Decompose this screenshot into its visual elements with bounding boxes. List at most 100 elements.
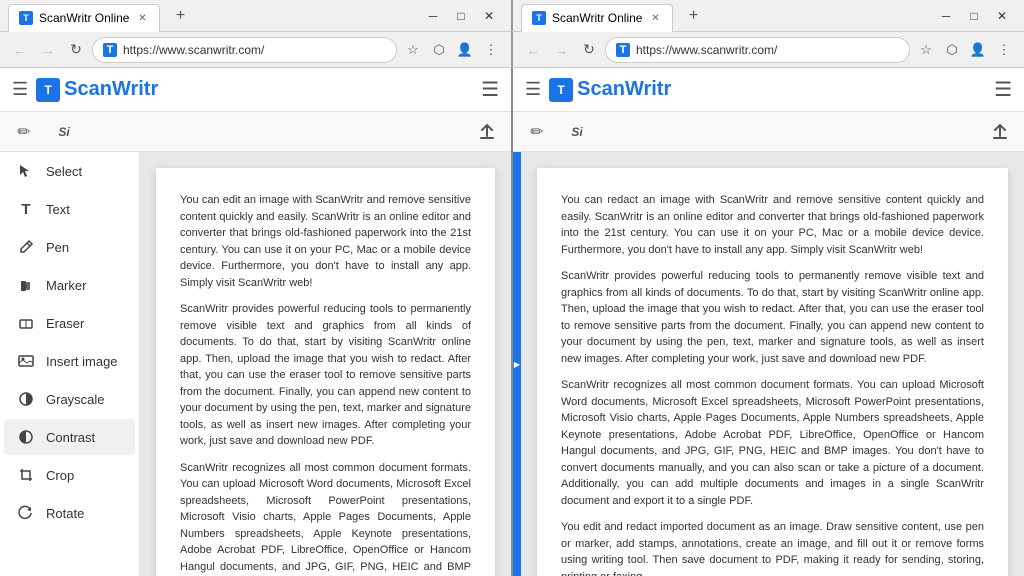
- right-doc-page: You can redact an image with ScanWritr a…: [537, 168, 1008, 576]
- left-doc-para-2: ScanWritr provides powerful reducing too…: [180, 301, 471, 450]
- right-doc-para-4: You edit and redact imported document as…: [561, 519, 984, 576]
- right-sidebar-collapsed-indicator[interactable]: ▶: [513, 152, 521, 576]
- left-crop-label: Crop: [46, 468, 74, 483]
- left-upload-icon: [477, 122, 497, 142]
- right-doc-area[interactable]: You can redact an image with ScanWritr a…: [521, 152, 1024, 576]
- right-sidebar-toggle[interactable]: ☰: [525, 79, 541, 100]
- left-tab-close[interactable]: ✕: [135, 11, 149, 25]
- left-grayscale-label: Grayscale: [46, 392, 105, 407]
- left-app-logo: T ScanWritr: [36, 78, 158, 102]
- left-eraser-icon: [16, 313, 36, 333]
- right-pen-tool-button[interactable]: ✏: [521, 116, 553, 148]
- left-marker-label: Marker: [46, 278, 86, 293]
- right-refresh-button[interactable]: ↻: [577, 38, 601, 62]
- left-insert-image-icon: [16, 351, 36, 371]
- left-doc-area[interactable]: You can edit an image with ScanWritr and…: [140, 152, 511, 576]
- left-refresh-button[interactable]: ↻: [64, 38, 88, 62]
- left-doc-para-1: You can edit an image with ScanWritr and…: [180, 192, 471, 291]
- left-marker-icon: [16, 275, 36, 295]
- left-content-area: Select T Text Pen: [0, 152, 511, 576]
- left-contrast-icon: [16, 427, 36, 447]
- left-contrast-label: Contrast: [46, 430, 95, 445]
- left-pen-label: Pen: [46, 240, 69, 255]
- left-toolbar: ✏ Si: [0, 112, 511, 152]
- right-logo-text: ScanWritr: [577, 78, 671, 101]
- left-select-icon: [16, 161, 36, 181]
- right-signature-tool-button[interactable]: Si: [561, 116, 593, 148]
- left-sidebar-item-insert-image[interactable]: Insert image: [4, 343, 135, 379]
- left-profile-button[interactable]: 👤: [453, 38, 477, 62]
- right-url-text: https://www.scanwritr.com/: [636, 43, 899, 57]
- right-address-bar[interactable]: T https://www.scanwritr.com/: [605, 37, 910, 63]
- left-sidebar-item-select[interactable]: Select: [4, 153, 135, 189]
- right-more-button[interactable]: ⋮: [992, 38, 1016, 62]
- left-eraser-label: Eraser: [46, 316, 84, 331]
- right-tab-favicon: T: [532, 11, 546, 25]
- right-tab-close[interactable]: ✕: [648, 11, 662, 25]
- right-forward-button[interactable]: →: [549, 38, 573, 62]
- left-bookmark-button[interactable]: ☆: [401, 38, 425, 62]
- left-pen-tool-button[interactable]: ✏: [8, 116, 40, 148]
- left-logo-icon: T: [36, 78, 60, 102]
- left-insert-image-label: Insert image: [46, 354, 118, 369]
- right-app-logo: T ScanWritr: [549, 78, 671, 102]
- left-maximize-button[interactable]: □: [447, 2, 475, 30]
- left-browser-tab[interactable]: T ScanWritr Online ✕: [8, 4, 160, 32]
- left-more-button[interactable]: ⋮: [479, 38, 503, 62]
- left-sidebar-item-text[interactable]: T Text: [4, 191, 135, 227]
- left-text-label: Text: [46, 202, 70, 217]
- left-sidebar-item-marker[interactable]: Marker: [4, 267, 135, 303]
- left-site-icon: T: [103, 43, 117, 57]
- left-minimize-button[interactable]: ─: [419, 2, 447, 30]
- right-doc-para-1: You can redact an image with ScanWritr a…: [561, 192, 984, 258]
- right-browser-tab[interactable]: T ScanWritr Online ✕: [521, 4, 673, 32]
- left-app-header: ☰ T ScanWritr ☰: [0, 68, 511, 112]
- right-logo-icon: T: [549, 78, 573, 102]
- left-sidebar-item-eraser[interactable]: Eraser: [4, 305, 135, 341]
- right-app-header: ☰ T ScanWritr ☰: [513, 68, 1024, 112]
- left-forward-button[interactable]: →: [36, 38, 60, 62]
- right-back-button[interactable]: ←: [521, 38, 545, 62]
- right-upload-button[interactable]: [984, 116, 1016, 148]
- left-rotate-icon: [16, 503, 36, 523]
- left-extension-button[interactable]: ⬡: [427, 38, 451, 62]
- right-browser-bar: ← → ↻ T https://www.scanwritr.com/ ☆ ⬡ 👤…: [511, 32, 1024, 68]
- left-text-icon: T: [16, 199, 36, 219]
- left-signature-tool-button[interactable]: Si: [48, 116, 80, 148]
- left-select-label: Select: [46, 164, 82, 179]
- left-sidebar-item-rotate[interactable]: Rotate: [4, 495, 135, 531]
- left-sidebar-item-contrast[interactable]: Contrast: [4, 419, 135, 455]
- left-url-text: https://www.scanwritr.com/: [123, 43, 386, 57]
- left-tab-title: ScanWritr Online: [39, 11, 129, 25]
- left-new-tab-button[interactable]: +: [168, 4, 192, 28]
- left-address-bar[interactable]: T https://www.scanwritr.com/: [92, 37, 397, 63]
- right-doc-para-2: ScanWritr provides powerful reducing too…: [561, 268, 984, 367]
- right-doc-para-3: ScanWritr recognizes all most common doc…: [561, 377, 984, 509]
- right-new-tab-button[interactable]: +: [681, 4, 705, 28]
- right-content-area: ▶ You can redact an image with ScanWritr…: [513, 152, 1024, 576]
- left-grayscale-icon: [16, 389, 36, 409]
- left-hamburger-menu[interactable]: ☰: [481, 77, 499, 102]
- left-pen-icon: [16, 237, 36, 257]
- left-rotate-label: Rotate: [46, 506, 84, 521]
- left-doc-page: You can edit an image with ScanWritr and…: [156, 168, 495, 576]
- left-sidebar-item-crop[interactable]: Crop: [4, 457, 135, 493]
- left-sidebar-toggle[interactable]: ☰: [12, 79, 28, 100]
- left-sidebar-item-grayscale[interactable]: Grayscale: [4, 381, 135, 417]
- right-extension-button[interactable]: ⬡: [940, 38, 964, 62]
- right-toolbar: ✏ Si: [513, 112, 1024, 152]
- right-hamburger-menu[interactable]: ☰: [994, 77, 1012, 102]
- left-logo-text: ScanWritr: [64, 78, 158, 101]
- left-doc-para-3: ScanWritr recognizes all most common doc…: [180, 460, 471, 576]
- right-bookmark-button[interactable]: ☆: [914, 38, 938, 62]
- right-profile-button[interactable]: 👤: [966, 38, 990, 62]
- left-upload-button[interactable]: [471, 116, 503, 148]
- right-close-button[interactable]: ✕: [988, 2, 1016, 30]
- right-minimize-button[interactable]: ─: [932, 2, 960, 30]
- left-back-button[interactable]: ←: [8, 38, 32, 62]
- left-sidebar-item-pen[interactable]: Pen: [4, 229, 135, 265]
- left-browser-bar: ← → ↻ T https://www.scanwritr.com/ ☆ ⬡ 👤…: [0, 32, 511, 68]
- left-close-button[interactable]: ✕: [475, 2, 503, 30]
- left-crop-icon: [16, 465, 36, 485]
- right-maximize-button[interactable]: □: [960, 2, 988, 30]
